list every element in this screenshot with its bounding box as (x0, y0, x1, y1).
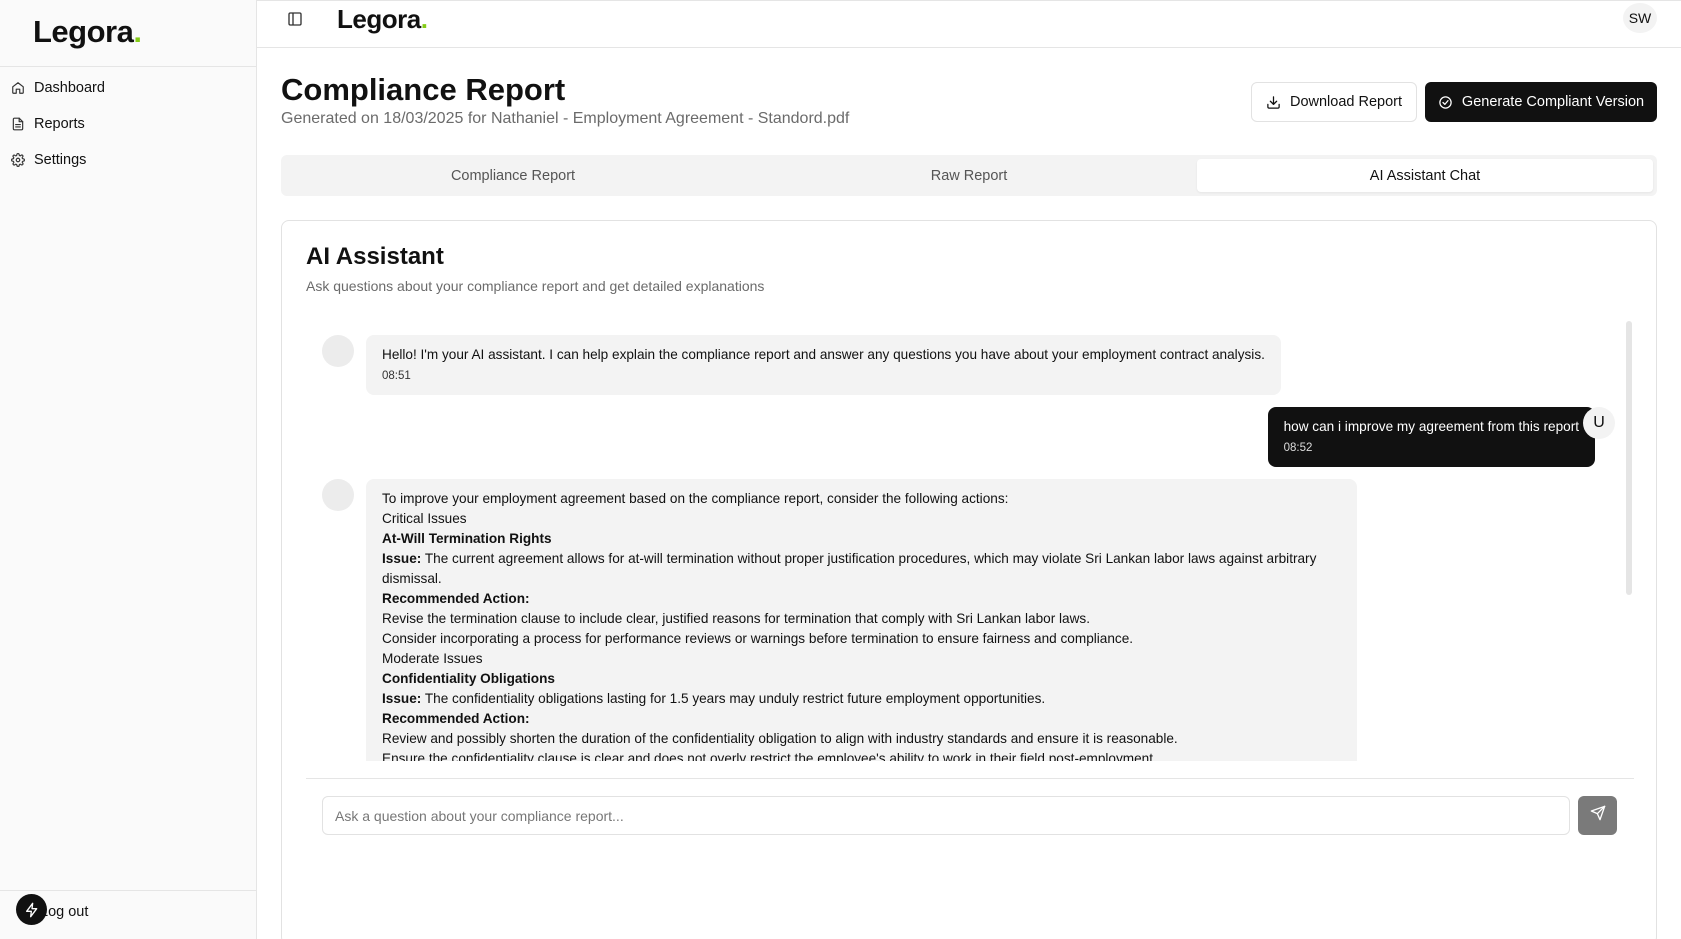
sidebar-item-label: Settings (34, 152, 87, 168)
assistant-message: Hello! I'm your AI assistant. I can help… (366, 335, 1281, 395)
message-line: Ensure the confidentiality clause is cle… (382, 751, 1157, 761)
sidebar: Legora. Dashboard Reports Settings Log o… (0, 0, 257, 939)
message-line: Consider incorporating a process for per… (382, 631, 1134, 646)
sidebar-nav: Dashboard Reports Settings (10, 70, 246, 178)
sidebar-divider (0, 890, 256, 891)
sidebar-logo[interactable]: Legora. (33, 14, 142, 50)
message-text: Hello! I'm your AI assistant. I can help… (382, 347, 1265, 362)
message-heading: Confidentiality Obligations (382, 671, 555, 686)
input-divider (306, 778, 1634, 779)
message-line: Revise the termination clause to include… (382, 611, 1090, 626)
assistant-message: To improve your employment agreement bas… (366, 479, 1357, 761)
user-message: how can i improve my agreement from this… (1267, 407, 1595, 467)
chat-messages[interactable]: Hello! I'm your AI assistant. I can help… (298, 311, 1638, 761)
chat-scrollbar[interactable] (1626, 321, 1632, 595)
sidebar-item-dashboard[interactable]: Dashboard (10, 70, 246, 106)
home-icon (11, 81, 25, 95)
message-heading: At-Will Termination Rights (382, 531, 552, 546)
generate-compliant-button[interactable]: Generate Compliant Version (1425, 82, 1657, 122)
download-report-label: Download Report (1289, 94, 1403, 110)
top-logo[interactable]: Legora. (337, 4, 428, 35)
user-message-avatar: U (1583, 407, 1615, 439)
issue-label: Issue: (382, 691, 422, 706)
report-tabs: Compliance Report Raw Report AI Assistan… (281, 155, 1657, 196)
message-text: how can i improve my agreement from this… (1283, 419, 1579, 434)
message-time: 08:52 (1283, 442, 1313, 454)
file-icon (11, 117, 25, 131)
sidebar-item-reports[interactable]: Reports (10, 106, 246, 142)
message-line: Review and possibly shorten the duration… (382, 731, 1178, 746)
action-label: Recommended Action: (382, 591, 530, 606)
chat-input[interactable] (322, 796, 1570, 835)
send-button[interactable] (1578, 796, 1617, 835)
assistant-subtitle: Ask questions about your compliance repo… (306, 278, 765, 294)
tab-compliance-report[interactable]: Compliance Report (285, 159, 741, 192)
sidebar-divider (0, 66, 256, 67)
logout-label: Log out (40, 904, 89, 920)
assistant-avatar (322, 335, 354, 367)
user-avatar[interactable]: SW (1623, 3, 1657, 33)
tab-ai-assistant-chat[interactable]: AI Assistant Chat (1197, 159, 1653, 192)
issue-label: Issue: (382, 551, 422, 566)
page-title: Compliance Report (281, 72, 566, 107)
action-label: Recommended Action: (382, 711, 530, 726)
gear-icon (11, 153, 25, 167)
tab-raw-report[interactable]: Raw Report (741, 159, 1197, 192)
assistant-title: AI Assistant (306, 243, 444, 270)
generate-compliant-label: Generate Compliant Version (1461, 94, 1645, 110)
download-report-button[interactable]: Download Report (1251, 82, 1417, 122)
message-line: The confidentiality obligations lasting … (421, 691, 1046, 706)
sidebar-toggle-icon[interactable] (287, 11, 303, 27)
message-line: To improve your employment agreement bas… (382, 491, 1009, 506)
ai-assistant-card: AI Assistant Ask questions about your co… (281, 220, 1657, 939)
message-time: 08:51 (382, 370, 411, 382)
page-subtitle: Generated on 18/03/2025 for Nathaniel - … (281, 110, 850, 127)
assistant-avatar (322, 479, 354, 511)
sidebar-item-settings[interactable]: Settings (10, 142, 246, 178)
check-circle-icon (1438, 95, 1453, 110)
sidebar-item-label: Dashboard (34, 80, 105, 96)
send-icon (1590, 805, 1606, 826)
message-line: The current agreement allows for at-will… (382, 551, 1317, 586)
message-line: Critical Issues (382, 511, 467, 526)
download-icon (1266, 95, 1281, 110)
top-bar: Legora. SW (257, 0, 1681, 48)
sidebar-item-label: Reports (34, 116, 85, 132)
lightning-icon[interactable] (16, 894, 47, 925)
message-line: Moderate Issues (382, 651, 483, 666)
